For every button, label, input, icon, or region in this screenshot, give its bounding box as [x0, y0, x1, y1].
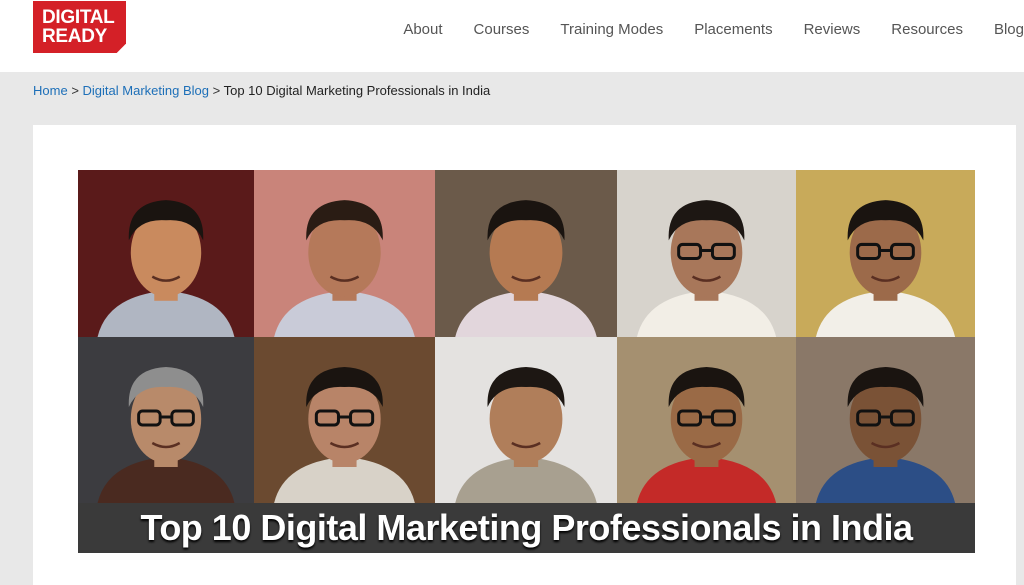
- nav-reviews[interactable]: Reviews: [804, 21, 861, 38]
- featured-image: Top 10 Digital Marketing Professionals i…: [78, 170, 975, 553]
- breadcrumb-home[interactable]: Home: [33, 83, 68, 98]
- nav-training-modes[interactable]: Training Modes: [560, 21, 663, 38]
- portrait-grid: [78, 170, 975, 503]
- portrait-tile: [254, 170, 435, 337]
- featured-image-title: Top 10 Digital Marketing Professionals i…: [140, 507, 913, 548]
- main-nav: About Courses Training Modes Placements …: [372, 19, 1024, 39]
- logo-line-1: DIGITAL: [42, 7, 115, 28]
- featured-image-banner: Top 10 Digital Marketing Professionals i…: [78, 503, 975, 553]
- nav-courses[interactable]: Courses: [474, 21, 530, 38]
- portrait-tile: [78, 170, 254, 337]
- portrait-tile: [796, 337, 975, 503]
- breadcrumb: Home > Digital Marketing Blog > Top 10 D…: [33, 83, 490, 98]
- nav-about[interactable]: About: [403, 21, 442, 38]
- breadcrumb-separator: >: [212, 83, 221, 98]
- nav-blog[interactable]: Blog: [994, 21, 1024, 38]
- nav-resources[interactable]: Resources: [891, 21, 963, 38]
- digital-ready-logo[interactable]: DIGITAL READY: [33, 1, 126, 53]
- portrait-tile: [796, 170, 975, 337]
- breadcrumb-separator: >: [71, 83, 79, 98]
- portrait-tile: [435, 337, 617, 503]
- nav-placements[interactable]: Placements: [694, 21, 772, 38]
- portrait-tile: [435, 170, 617, 337]
- logo-line-2: READY: [42, 26, 108, 47]
- breadcrumb-current: Top 10 Digital Marketing Professionals i…: [223, 83, 491, 98]
- portrait-tile: [254, 337, 435, 503]
- breadcrumb-blog[interactable]: Digital Marketing Blog: [83, 83, 209, 98]
- site-header: DIGITAL READY About Courses Training Mod…: [0, 0, 1024, 72]
- portrait-tile: [78, 337, 254, 503]
- portrait-tile: [617, 337, 796, 503]
- portrait-tile: [617, 170, 796, 337]
